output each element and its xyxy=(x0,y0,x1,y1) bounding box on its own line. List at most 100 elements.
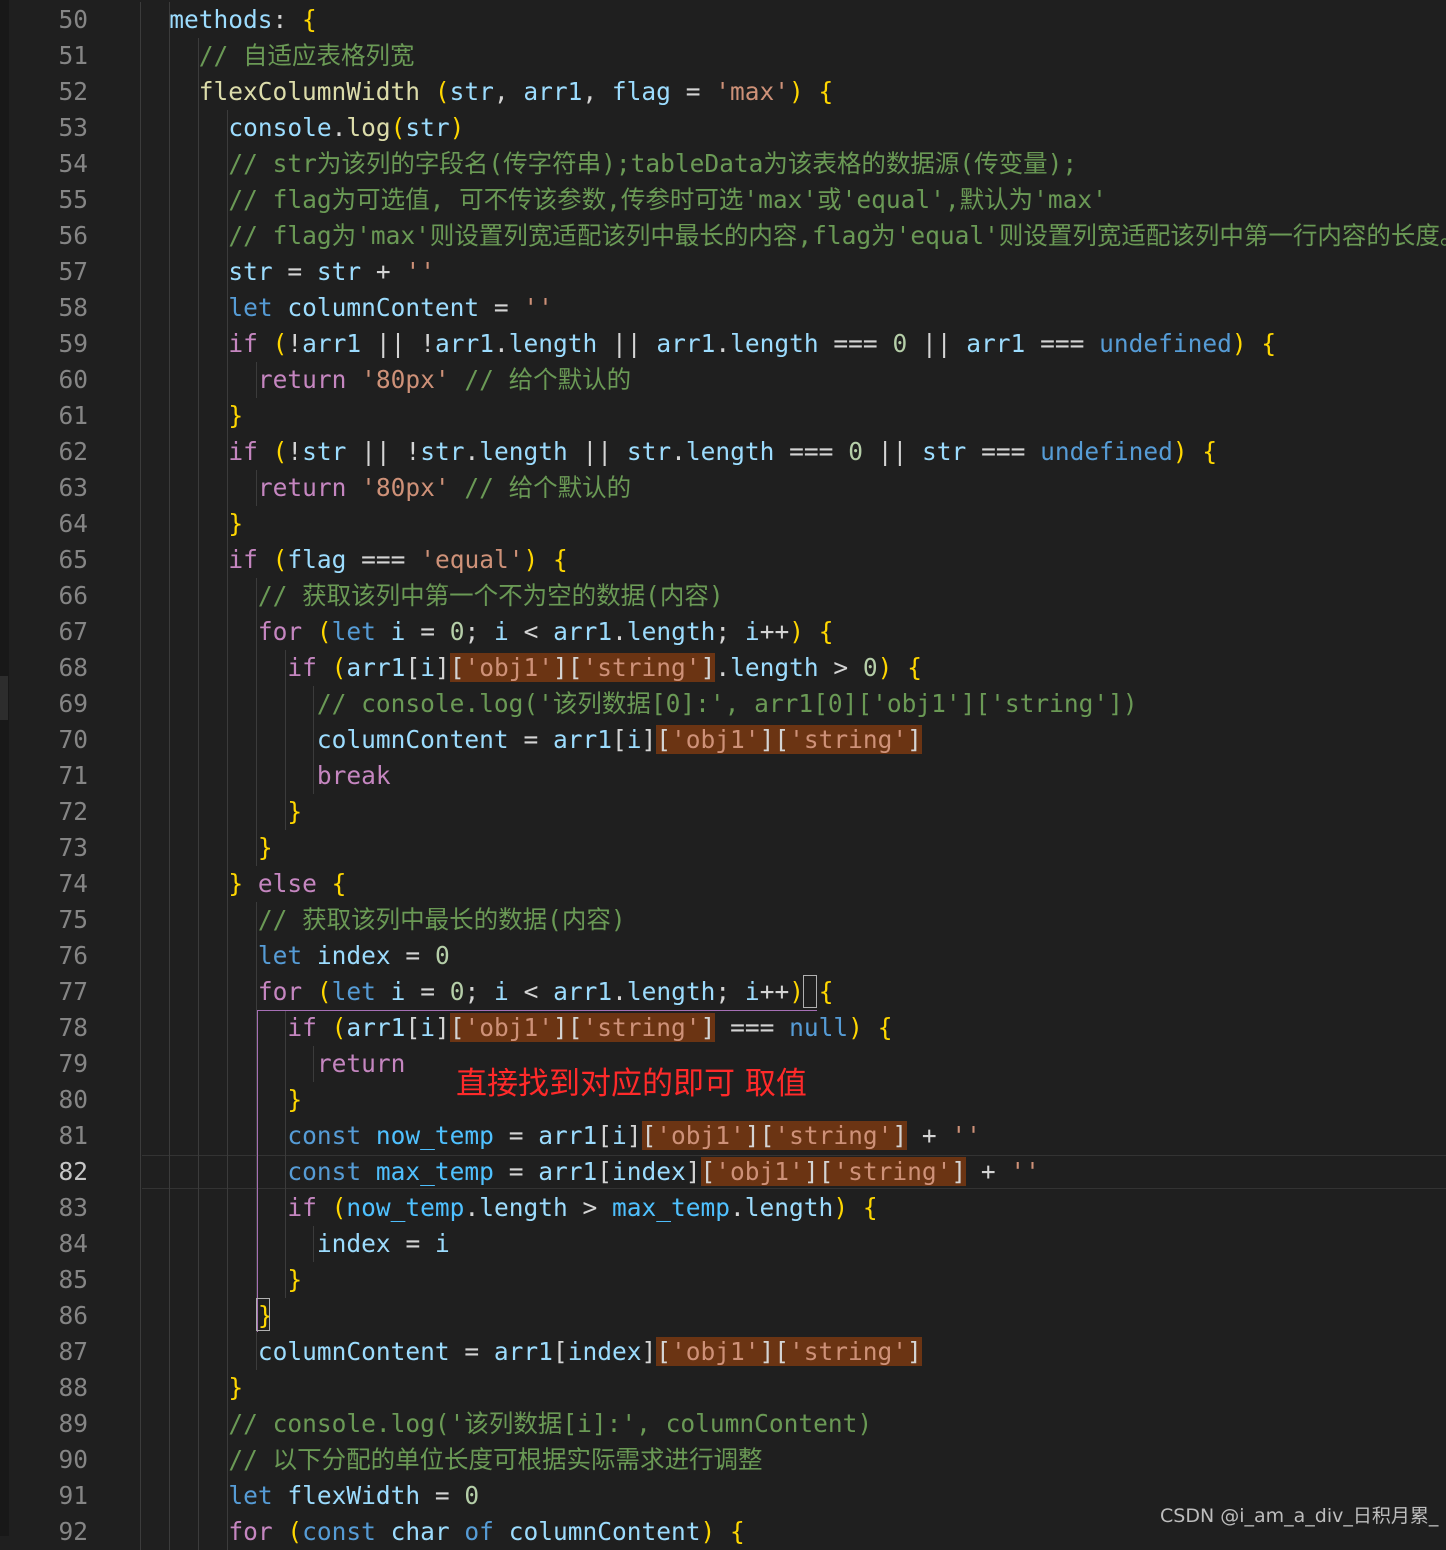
line-number: 77 xyxy=(58,977,88,1006)
code-line[interactable]: 74 } else { xyxy=(0,866,1446,902)
code-line[interactable]: 87 columnContent = arr1[index]['obj1']['… xyxy=(0,1334,1446,1370)
line-number: 68 xyxy=(58,653,88,682)
code-line[interactable]: 50 methods: { xyxy=(0,2,1446,38)
line-number: 52 xyxy=(58,77,88,106)
code-line[interactable]: 55 // flag为可选值, 可不传该参数,传参时可选'max'或'equal… xyxy=(0,182,1446,218)
code-line[interactable]: 83 if (now_temp.length > max_temp.length… xyxy=(0,1190,1446,1226)
line-number: 56 xyxy=(58,221,88,250)
line-number: 76 xyxy=(58,941,88,970)
line-number: 65 xyxy=(58,545,88,574)
code-text: break xyxy=(316,761,391,790)
line-number: 78 xyxy=(58,1013,88,1042)
code-text: return '80px' // 给个默认的 xyxy=(257,473,632,502)
code-line[interactable]: 88 } xyxy=(0,1370,1446,1406)
code-text: let columnContent = '' xyxy=(228,293,553,322)
code-text: if (!str || !str.length || str.length ==… xyxy=(228,437,1218,466)
code-text: for (let i = 0; i < arr1.length; i++) { xyxy=(257,617,834,646)
line-number: 89 xyxy=(58,1409,88,1438)
code-text: // flag为'max'则设置列宽适配该列中最长的内容,flag为'equal… xyxy=(228,221,1446,250)
code-line[interactable]: 77 for (let i = 0; i < arr1.length; i++)… xyxy=(0,974,1446,1010)
line-number: 59 xyxy=(58,329,88,358)
code-line[interactable]: 76 let index = 0 xyxy=(0,938,1446,974)
line-number: 53 xyxy=(58,113,88,142)
code-line[interactable]: 64 } xyxy=(0,506,1446,542)
code-text: const now_temp = arr1[i]['obj1']['string… xyxy=(287,1121,981,1150)
code-line[interactable]: 51 // 自适应表格列宽 xyxy=(0,38,1446,74)
code-text: for (let i = 0; i < arr1.length; i++) { xyxy=(257,977,834,1006)
code-line[interactable]: 71 break xyxy=(0,758,1446,794)
line-number: 60 xyxy=(58,365,88,394)
code-line[interactable]: 69 // console.log('该列数据[0]:', arr1[0]['o… xyxy=(0,686,1446,722)
code-line[interactable]: 59 if (!arr1 || !arr1.length || arr1.len… xyxy=(0,326,1446,362)
code-text: let index = 0 xyxy=(257,941,450,970)
code-line[interactable]: 68 if (arr1[i]['obj1']['string'].length … xyxy=(0,650,1446,686)
matching-bracket-open xyxy=(803,975,817,1008)
line-number: 74 xyxy=(58,869,88,898)
matching-bracket-close xyxy=(256,1298,270,1331)
line-number: 50 xyxy=(58,5,88,34)
code-text: if (!arr1 || !arr1.length || arr1.length… xyxy=(228,329,1277,358)
line-number: 54 xyxy=(58,149,88,178)
code-line[interactable]: 67 for (let i = 0; i < arr1.length; i++)… xyxy=(0,614,1446,650)
code-line[interactable]: 75 // 获取该列中最长的数据(内容) xyxy=(0,902,1446,938)
code-line[interactable]: 65 if (flag === 'equal') { xyxy=(0,542,1446,578)
line-number: 58 xyxy=(58,293,88,322)
line-number: 66 xyxy=(58,581,88,610)
code-line[interactable]: 73 } xyxy=(0,830,1446,866)
code-line[interactable]: 56 // flag为'max'则设置列宽适配该列中最长的内容,flag为'eq… xyxy=(0,218,1446,254)
line-number: 87 xyxy=(58,1337,88,1366)
line-number: 73 xyxy=(58,833,88,862)
code-line[interactable]: 82 const max_temp = arr1[index]['obj1'][… xyxy=(0,1154,1446,1190)
code-line[interactable]: 90 // 以下分配的单位长度可根据实际需求进行调整 xyxy=(0,1442,1446,1478)
line-number: 90 xyxy=(58,1445,88,1474)
line-number: 84 xyxy=(58,1229,88,1258)
line-number: 81 xyxy=(58,1121,88,1150)
code-text: if (flag === 'equal') { xyxy=(228,545,568,574)
code-line[interactable]: 61 } xyxy=(0,398,1446,434)
code-line[interactable]: 60 return '80px' // 给个默认的 xyxy=(0,362,1446,398)
csdn-watermark: CSDN @i_am_a_div_日积月累_ xyxy=(1160,1505,1439,1527)
code-line[interactable]: 66 // 获取该列中第一个不为空的数据(内容) xyxy=(0,578,1446,614)
code-line[interactable]: 70 columnContent = arr1[i]['obj1']['stri… xyxy=(0,722,1446,758)
code-text: } xyxy=(287,797,303,826)
red-annotation-text: 直接找到对应的即可 取值 xyxy=(456,1066,807,1102)
line-number: 51 xyxy=(58,41,88,70)
code-line[interactable]: 86 } xyxy=(0,1298,1446,1334)
code-text: columnContent = arr1[i]['obj1']['string'… xyxy=(316,725,922,754)
line-number: 63 xyxy=(58,473,88,502)
code-line[interactable]: 54 // str为该列的字段名(传字符串);tableData为该表格的数据源… xyxy=(0,146,1446,182)
code-text: index = i xyxy=(316,1229,450,1258)
code-text: // 自适应表格列宽 xyxy=(198,41,415,70)
code-line[interactable]: 52 flexColumnWidth (str, arr1, flag = 'm… xyxy=(0,74,1446,110)
line-number: 86 xyxy=(58,1301,88,1330)
line-number: 61 xyxy=(58,401,88,430)
line-number: 72 xyxy=(58,797,88,826)
code-line[interactable]: 57 str = str + '' xyxy=(0,254,1446,290)
code-text: } xyxy=(257,833,273,862)
line-number: 64 xyxy=(58,509,88,538)
code-line[interactable]: 62 if (!str || !str.length || str.length… xyxy=(0,434,1446,470)
code-line[interactable]: 58 let columnContent = '' xyxy=(0,290,1446,326)
code-text: if (arr1[i]['obj1']['string'].length > 0… xyxy=(287,653,922,682)
code-line[interactable]: 84 index = i xyxy=(0,1226,1446,1262)
code-line[interactable]: 63 return '80px' // 给个默认的 xyxy=(0,470,1446,506)
code-line[interactable]: 85 } xyxy=(0,1262,1446,1298)
line-number: 71 xyxy=(58,761,88,790)
line-number: 67 xyxy=(58,617,88,646)
code-line[interactable]: 72 } xyxy=(0,794,1446,830)
code-text: } xyxy=(228,1373,244,1402)
code-text: methods: { xyxy=(169,5,317,34)
code-line[interactable]: 53 console.log(str) xyxy=(0,110,1446,146)
code-editor[interactable]: 50 methods: {51 // 自适应表格列宽 52 flexColumnW… xyxy=(0,0,1446,1550)
code-text: console.log(str) xyxy=(228,113,465,142)
code-line[interactable]: 89 // console.log('该列数据[i]:', columnCont… xyxy=(0,1406,1446,1442)
code-text: } xyxy=(228,401,244,430)
code-text: } else { xyxy=(228,869,347,898)
code-text: str = str + '' xyxy=(228,257,435,286)
code-text: const max_temp = arr1[index]['obj1']['st… xyxy=(287,1157,1040,1186)
code-line[interactable]: 81 const now_temp = arr1[i]['obj1']['str… xyxy=(0,1118,1446,1154)
code-text: } xyxy=(228,509,244,538)
line-number: 85 xyxy=(58,1265,88,1294)
code-text: if (now_temp.length > max_temp.length) { xyxy=(287,1193,878,1222)
code-line[interactable]: 78 if (arr1[i]['obj1']['string'] === nul… xyxy=(0,1010,1446,1046)
